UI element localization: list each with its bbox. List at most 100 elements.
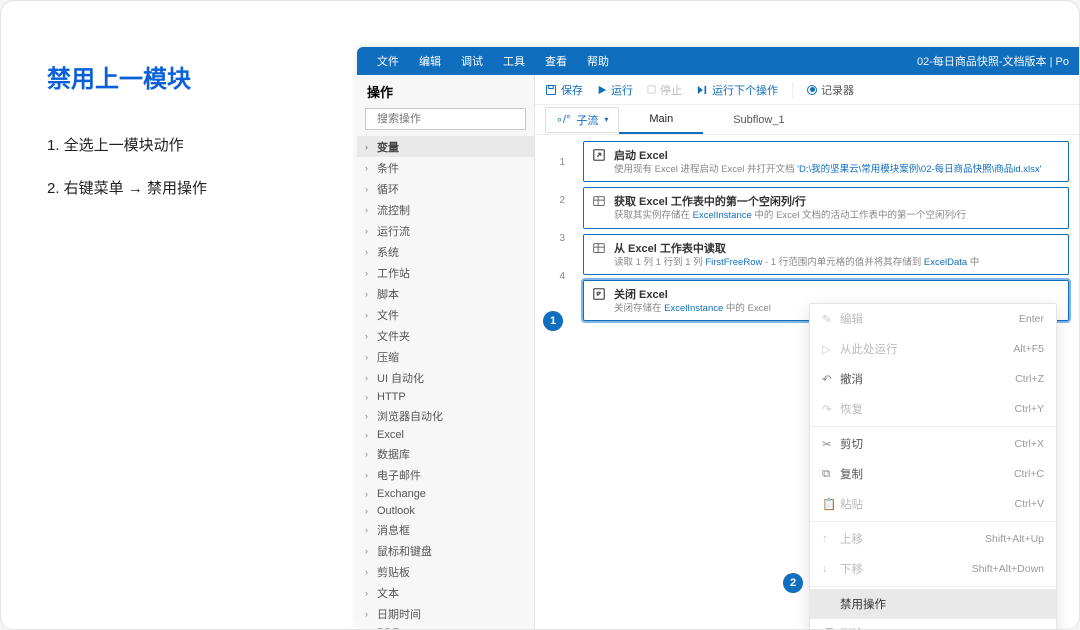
stop-button: 停止 [647,82,682,98]
caret-icon: › [365,142,373,152]
step-title: 从 Excel 工作表中读取 [614,240,1060,256]
ctx-撤消[interactable]: ↶撤消Ctrl+Z [810,364,1056,394]
caret-icon: › [365,609,373,619]
caret-icon: › [365,331,373,341]
tree-item[interactable]: ›流控制 [357,199,534,220]
caret-icon: › [365,546,373,556]
actions-header: 操作 [357,75,534,108]
document-title: 02-每日商品快照-文档版本 | Po [917,53,1069,69]
actions-pane: 操作 ›变量›条件›循环›流控制›运行流›系统›工作站›脚本›文件›文件夹›压缩… [357,75,535,629]
caret-icon: › [365,352,373,362]
play-icon [597,85,607,95]
ctx-删除[interactable]: 🗑删除Del [810,619,1056,629]
caret-icon: › [365,392,373,402]
menu-edit[interactable]: 编辑 [409,53,451,69]
caret-icon: › [365,268,373,278]
search-input-wrap[interactable] [365,108,526,130]
tree-item[interactable]: ›消息框 [357,519,534,540]
tree-item[interactable]: ›变量 [357,136,534,157]
flow-step[interactable]: 从 Excel 工作表中读取读取 1 列 1 行到 1 列 FirstFreeR… [583,234,1069,275]
caret-icon: › [365,470,373,480]
caret-icon: › [365,205,373,215]
step-desc: 读取 1 列 1 行到 1 列 FirstFreeRow - 1 行范围内单元格… [614,256,1060,269]
tree-item[interactable]: ›循环 [357,178,534,199]
tree-item[interactable]: ›浏览器自动化 [357,405,534,426]
ctx-恢复: ↷恢复Ctrl+Y [810,394,1056,424]
tree-item[interactable]: ›Outlook [357,502,534,519]
tree-item[interactable]: ›运行流 [357,220,534,241]
caret-icon: › [365,567,373,577]
tree-item[interactable]: ›文件夹 [357,325,534,346]
caret-icon: › [365,525,373,535]
tree-item[interactable]: ›文本 [357,582,534,603]
caret-icon: › [365,373,373,383]
caret-icon: › [365,226,373,236]
flow-step[interactable]: 启动 Excel使用现有 Excel 进程启动 Excel 并打开文档 'D:\… [583,141,1069,182]
menu-view[interactable]: 查看 [535,53,577,69]
instruction-step: 1. 全选上一模块动作 [47,134,357,155]
flow-editor[interactable]: 1 2 3 4 启动 Excel使用现有 Excel 进程启动 Excel 并打… [535,135,1079,629]
caret-icon: › [365,163,373,173]
tree-item[interactable]: ›日期时间 [357,603,534,624]
menu-help[interactable]: 帮助 [577,53,619,69]
tree-item[interactable]: ›脚本 [357,283,534,304]
caret-icon: › [365,489,373,499]
tab-subflow1[interactable]: Subflow_1 [703,107,814,133]
play-icon: ▷ [822,342,840,356]
save-icon [545,84,557,96]
tree-item[interactable]: ›文件 [357,304,534,325]
menubar: 文件 编辑 调试 工具 查看 帮助 02-每日商品快照-文档版本 | Po [357,47,1079,75]
tree-item[interactable]: ›条件 [357,157,534,178]
tab-main[interactable]: Main [619,106,703,134]
ctx-禁用操作[interactable]: 禁用操作 [810,589,1056,619]
tree-item[interactable]: ›压缩 [357,346,534,367]
flow-step[interactable]: 获取 Excel 工作表中的第一个空闲列/行获取其实例存储在 ExcelInst… [583,187,1069,228]
up-icon: ↑ [822,533,840,545]
ctx-下移: ↓下移Shift+Alt+Down [810,554,1056,584]
save-button[interactable]: 保存 [545,82,583,98]
actions-tree[interactable]: ›变量›条件›循环›流控制›运行流›系统›工作站›脚本›文件›文件夹›压缩›UI… [357,136,534,629]
tree-item[interactable]: ›系统 [357,241,534,262]
tree-item[interactable]: ›PDF [357,624,534,629]
caret-icon: › [365,588,373,598]
menu-file[interactable]: 文件 [367,53,409,69]
menu-tools[interactable]: 工具 [493,53,535,69]
step-desc: 获取其实例存储在 ExcelInstance 中的 Excel 文档的活动工作表… [614,209,1060,222]
tree-item[interactable]: ›HTTP [357,388,534,405]
excel-icon [592,241,606,255]
tree-item[interactable]: ›工作站 [357,262,534,283]
recorder-toggle[interactable]: 记录器 [807,82,854,98]
search-input[interactable] [377,113,519,125]
callout-badge-2: 2 [783,573,803,593]
tree-item[interactable]: ›鼠标和键盘 [357,540,534,561]
toolbar: 保存 运行 停止 运行下个操作 [535,75,1079,105]
tree-item[interactable]: ›数据库 [357,443,534,464]
ctx-剪切[interactable]: ✂剪切Ctrl+X [810,429,1056,459]
step-desc: 使用现有 Excel 进程启动 Excel 并打开文档 'D:\我的坚果云\常用… [614,163,1060,176]
instruction-panel: 禁用上一模块 1. 全选上一模块动作 2. 右键菜单 → 禁用操作 [1,1,357,629]
tree-item[interactable]: ›电子邮件 [357,464,534,485]
caret-icon: › [365,430,373,440]
cut-icon: ✂ [822,437,840,451]
menu-debug[interactable]: 调试 [451,53,493,69]
stop-icon [647,85,656,94]
caret-icon: › [365,289,373,299]
caret-icon: › [365,247,373,257]
chevron-down-icon: ▾ [604,115,608,124]
down-icon: ↓ [822,563,840,575]
tree-item[interactable]: ›剪贴板 [357,561,534,582]
redo-icon: ↷ [822,402,840,416]
ctx-复制[interactable]: ⧉复制Ctrl+C [810,459,1056,489]
subflow-dropdown[interactable]: ∘/° 子流 ▾ [545,107,619,133]
run-button[interactable]: 运行 [597,82,633,98]
radio-icon [807,85,817,95]
tree-item[interactable]: ›Excel [357,426,534,443]
ctx-粘贴: 📋粘贴Ctrl+V [810,489,1056,519]
caret-icon: › [365,184,373,194]
run-next-button[interactable]: 运行下个操作 [696,82,778,98]
tree-item[interactable]: ›Exchange [357,485,534,502]
caret-icon: › [365,411,373,421]
context-menu[interactable]: ✎编辑Enter▷从此处运行Alt+F5↶撤消Ctrl+Z↷恢复Ctrl+Y✂剪… [809,303,1057,629]
tree-item[interactable]: ›UI 自动化 [357,367,534,388]
callout-badge-1: 1 [543,311,563,331]
